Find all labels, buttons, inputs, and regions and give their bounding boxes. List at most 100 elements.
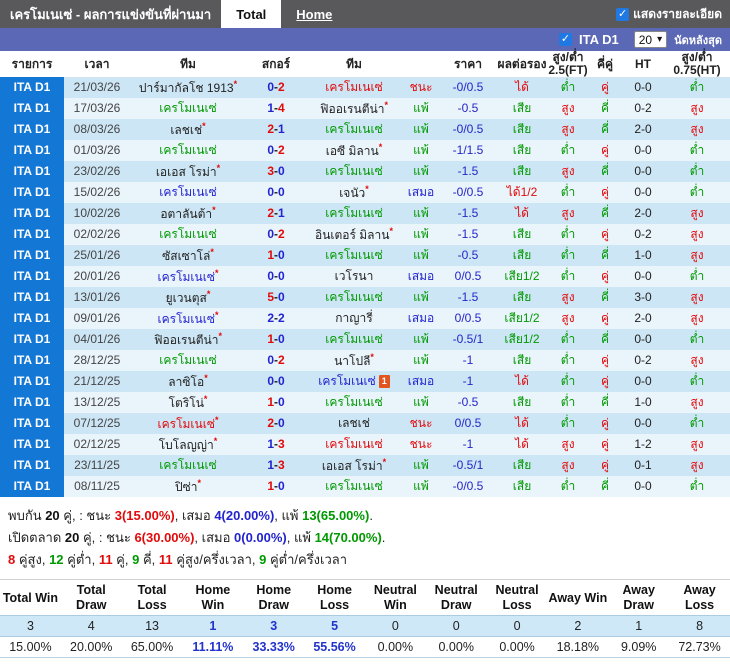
summary-segment: 4(20.00%) xyxy=(214,508,275,524)
handicap-result-text: ได้ xyxy=(515,415,529,430)
match-row: ITA D1 25/01/26 ซัสเซาโล่* 1-0 เครโมเนเซ่ แพ้… xyxy=(0,245,730,267)
over-under-ht-cell: สูง xyxy=(664,287,730,309)
score-cell: 2-0 xyxy=(246,413,306,435)
away-team-cell: เครโมเนเซ่ 1 xyxy=(306,371,402,393)
over-under-ft-cell: สูง xyxy=(548,203,588,225)
favorite-star-icon: * xyxy=(214,268,219,279)
tab-total[interactable]: Total xyxy=(221,0,282,28)
odd-even-cell: คี่ xyxy=(588,392,622,414)
home-team-cell: ปาร์มากัลโช 1913* xyxy=(130,77,246,99)
over-under-ft-cell: ต่ำ xyxy=(548,350,588,372)
stats-header: Neutral Draw xyxy=(425,579,487,616)
home-team-cell: ฟิออเรนตีน่า* xyxy=(130,329,246,351)
match-row: ITA D1 04/01/26 ฟิออเรนตีน่า* 1-0 เครโมเนเซ่… xyxy=(0,329,730,351)
handicap-result-cell: เสีย xyxy=(496,350,548,372)
over-under-ft-text: ต่ำ xyxy=(560,394,576,409)
league-cell: ITA D1 xyxy=(0,140,64,162)
summary-segment: คู่, : ชนะ xyxy=(79,530,135,546)
odd-even-cell: คี่ xyxy=(588,287,622,309)
result-text: แพ้ xyxy=(413,457,429,472)
result-cell: แพ้ xyxy=(402,287,440,309)
stats-count-cell: 8 xyxy=(669,615,730,638)
price-cell: -0.5/1 xyxy=(440,329,496,351)
over-under-ft-cell: สูง xyxy=(548,434,588,456)
league-cell: ITA D1 xyxy=(0,413,64,435)
score-cell: 1-0 xyxy=(246,476,306,498)
date-cell: 17/03/26 xyxy=(64,98,130,120)
result-cell: แพ้ xyxy=(402,245,440,267)
price-cell: -0/0.5 xyxy=(440,182,496,204)
favorite-star-icon: * xyxy=(214,310,219,321)
league-cell: ITA D1 xyxy=(0,476,64,498)
league-cell: ITA D1 xyxy=(0,182,64,204)
tab-bar: Total Home xyxy=(221,0,347,28)
stats-count-cell: 0 xyxy=(486,615,548,638)
result-cell: แพ้ xyxy=(402,224,440,246)
title-bar: เครโมเนเซ่ - ผลการแข่งขันที่ผ่านมา Total… xyxy=(0,0,730,28)
league-cell: ITA D1 xyxy=(0,77,64,99)
odd-even-cell: คู่ xyxy=(588,413,622,435)
score-cell: 2-1 xyxy=(246,119,306,141)
team-name: เครโมเนเซ่ xyxy=(325,205,383,220)
home-team-cell: ปิซ่า* xyxy=(130,476,246,498)
home-goals: 3 xyxy=(267,163,274,178)
result-text: แพ้ xyxy=(413,142,429,157)
over-under-ht-text: สูง xyxy=(690,394,704,409)
ht-score-cell: 2-0 xyxy=(622,119,664,141)
away-team-cell: เครโมเนเซ่ xyxy=(306,476,402,498)
summary-segment: , แพ้ xyxy=(274,508,303,524)
ht-score-cell: 0-0 xyxy=(622,476,664,498)
stats-count-cell: 0 xyxy=(364,615,426,638)
favorite-star-icon: * xyxy=(370,352,374,363)
column-header: ผลต่อรอง xyxy=(496,51,548,78)
summary-segment: พบกัน xyxy=(8,508,46,524)
away-team-cell: เอซี มิลาน* xyxy=(306,140,402,162)
column-header: สูง/ต่ำ 2.5(FT) xyxy=(548,50,588,78)
stats-header: Total Draw xyxy=(60,579,122,616)
column-header: สูง/ต่ำ 0.75(HT) xyxy=(664,50,730,78)
summary-segment: 11 xyxy=(158,552,173,568)
tab-home[interactable]: Home xyxy=(281,0,347,28)
stats-header: Neutral Loss xyxy=(486,579,548,616)
handicap-result-text: เสีย1/2 xyxy=(504,310,540,325)
home-team-cell: โตริโน่* xyxy=(130,392,246,414)
price-cell: -1/1.5 xyxy=(440,140,496,162)
team-name: โบโลญญ่า xyxy=(158,438,214,453)
team-name: เครโมเนเซ่ xyxy=(325,289,383,304)
over-under-ht-text: สูง xyxy=(690,310,704,325)
summary-segment: 12 xyxy=(49,552,64,568)
handicap-result-cell: เสีย xyxy=(496,224,548,246)
score-cell: 0-0 xyxy=(246,182,306,204)
odd-even-text: คู่ xyxy=(600,268,610,283)
away-goals: 2 xyxy=(278,226,285,241)
match-count-select[interactable]: 20 ▾ xyxy=(633,31,668,48)
summary-segment: 3(15.00%) xyxy=(114,508,175,524)
team-name: ปาร์มากัลโช 1913 xyxy=(138,81,234,96)
team-name: ซัสเซาโล่ xyxy=(162,249,211,264)
league-cell: ITA D1 xyxy=(0,308,64,330)
favorite-star-icon: * xyxy=(204,373,208,384)
team-name: เครโมเนเซ่ xyxy=(325,121,383,136)
league-cell: ITA D1 xyxy=(0,119,64,141)
away-team-cell: เครโมเนเซ่ xyxy=(306,203,402,225)
team-name: เครโมเนเซ่ xyxy=(159,457,217,472)
home-team-cell: เครโมเนเซ่ xyxy=(130,224,246,246)
over-under-ft-cell: ต่ำ xyxy=(548,413,588,435)
stats-count-cell: 1 xyxy=(608,615,670,638)
ht-score-cell: 0-0 xyxy=(622,140,664,162)
away-goals: 0 xyxy=(278,331,285,346)
ht-score-cell: 3-0 xyxy=(622,287,664,309)
league-filter-checkbox[interactable]: ✓ xyxy=(558,33,572,46)
summary-line-2: เปิดตลาด 20 คู่, : ชนะ 6(30.00%), เสมอ 0… xyxy=(8,527,722,549)
over-under-ft-cell: ต่ำ xyxy=(548,266,588,288)
price-cell: -0/0.5 xyxy=(440,476,496,498)
handicap-result-cell: เสีย1/2 xyxy=(496,329,548,351)
column-header: HT xyxy=(622,51,664,78)
over-under-ft-cell: สูง xyxy=(548,161,588,183)
over-under-ft-text: สูง xyxy=(561,163,575,178)
show-details-checkbox[interactable]: ✓ xyxy=(616,7,630,21)
away-team-cell: เลชเช่ xyxy=(306,413,402,435)
handicap-result-text: เสีย xyxy=(512,163,532,178)
date-cell: 13/01/26 xyxy=(64,287,130,309)
team-name: ฟิออเรนตีน่า xyxy=(320,102,385,117)
